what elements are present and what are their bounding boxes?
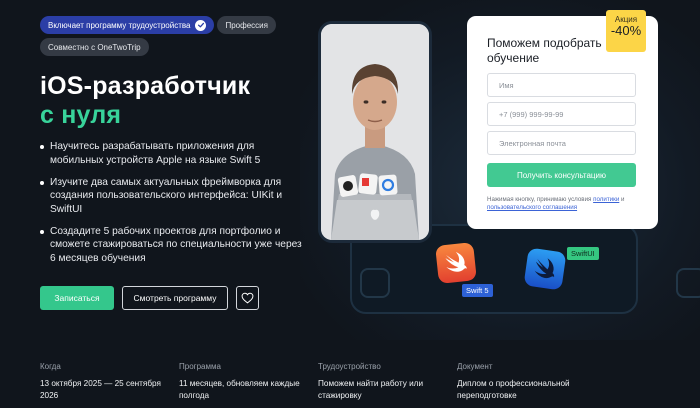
enroll-button[interactable]: Записаться [40, 286, 114, 310]
swiftui-logo-icon [523, 247, 567, 291]
employment-badge-label: Включает программу трудоустройства [48, 20, 191, 30]
favorite-button[interactable] [236, 286, 259, 310]
profession-badge-label: Профессия [225, 20, 268, 30]
student-illustration [321, 24, 429, 240]
fact-document: Документ Диплом о профессиональной переп… [457, 362, 596, 402]
fact-label: Программа [179, 362, 221, 371]
decorative-tile [676, 268, 700, 298]
phone-field[interactable]: +7 (999) 999-99-99 [487, 102, 636, 126]
profession-badge: Профессия [217, 16, 276, 34]
promo-value: -40% [610, 23, 642, 38]
user-agreement-link[interactable]: пользовательского соглашения [487, 204, 577, 211]
swift-logo-icon [435, 242, 477, 284]
swiftui-tag: SwiftUI [567, 247, 599, 260]
partner-badge: Совместно с OneTwoTrip [40, 38, 149, 56]
check-circle-icon [195, 19, 207, 31]
feature-list: Научитесь разрабатывать приложения для м… [40, 140, 310, 274]
privacy-policy-link[interactable]: политики [593, 196, 619, 203]
consent-prefix: Нажимая кнопку, принимаю условия [487, 196, 594, 203]
promo-badge: Акция -40% [606, 10, 646, 52]
heart-icon [241, 292, 254, 304]
consent-text: Нажимая кнопку, принимаю условия политик… [487, 196, 647, 212]
fact-value: Диплом о профессиональной переподготовке [457, 379, 570, 400]
fact-label: Трудоустройство [318, 362, 381, 371]
fact-label: Когда [40, 362, 61, 371]
fact-program: Программа 11 месяцев, обновляем каждые п… [179, 362, 318, 402]
consultation-form: Поможем подобрать обучение Акция -40% Им… [467, 10, 658, 229]
employment-badge: Включает программу трудоустройства [40, 16, 215, 34]
fact-value: 11 месяцев, обновляем каждые полгода [179, 379, 300, 400]
fact-label: Документ [457, 362, 493, 371]
student-photo [318, 21, 432, 243]
feature-item: Создадите 5 рабочих проектов для портфол… [40, 225, 310, 266]
fact-value: 13 октября 2025 — 25 сентября 2026 [40, 379, 161, 400]
page-title: iOS-разработчик с нуля [40, 72, 250, 130]
feature-item: Научитесь разрабатывать приложения для м… [40, 140, 310, 167]
email-field[interactable]: Электронная почта [487, 131, 636, 155]
badge-group: Включает программу трудоустройства Профе… [40, 16, 300, 60]
name-field[interactable]: Имя [487, 73, 636, 97]
title-main: iOS-разработчик [40, 72, 251, 100]
get-consultation-button[interactable]: Получить консультацию [487, 163, 636, 187]
feature-item: Изучите два самых актуальных фреймворка … [40, 176, 310, 217]
view-program-button[interactable]: Смотреть программу [122, 286, 228, 310]
swift5-tag: Swift 5 [462, 284, 493, 297]
fact-employment: Трудоустройство Поможем найти работу или… [318, 362, 457, 402]
consent-middle: и [619, 196, 625, 203]
fact-value: Поможем найти работу или стажировку [318, 379, 424, 400]
title-accent: с нуля [40, 101, 122, 129]
partner-badge-label: Совместно с OneTwoTrip [48, 42, 141, 52]
fact-when: Когда 13 октября 2025 — 25 сентября 2026 [40, 362, 179, 402]
course-facts: Когда 13 октября 2025 — 25 сентября 2026… [40, 362, 680, 402]
decorative-apple-tile [360, 268, 390, 298]
